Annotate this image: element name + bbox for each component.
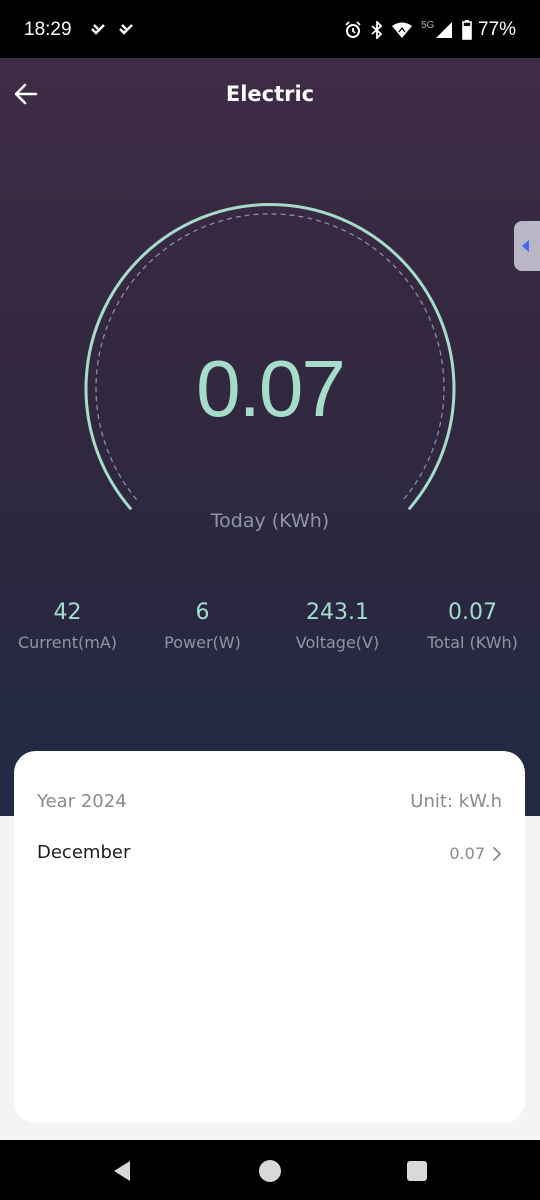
signal-icon bbox=[435, 22, 452, 38]
year-label: Year 2024 bbox=[37, 791, 127, 812]
system-status-icons: 5G 77% bbox=[344, 16, 516, 44]
status-bar: 18:29 5G 77% bbox=[0, 0, 540, 58]
stat-total: 0.07 Total (KWh) bbox=[405, 598, 540, 652]
electric-screen: Electric 0.07 Today (KWh) 42 Current(mA)… bbox=[0, 58, 540, 1140]
gauge-label: Today (KWh) bbox=[210, 510, 330, 532]
5g-icon: 5G bbox=[421, 20, 435, 30]
energy-gauge bbox=[84, 203, 456, 510]
stat-label: Power(W) bbox=[164, 633, 241, 652]
stat-label: Current(mA) bbox=[17, 633, 118, 652]
stat-value: 243.1 bbox=[306, 600, 369, 625]
history-card: Year 2024 Unit: kW.h December 0.07 bbox=[14, 751, 525, 1123]
home-circle-icon[interactable] bbox=[257, 1158, 283, 1184]
stat-value: 42 bbox=[53, 600, 82, 625]
stat-value: 6 bbox=[195, 600, 210, 625]
list-item[interactable]: December 0.07 bbox=[14, 831, 525, 877]
back-triangle-icon[interactable] bbox=[110, 1158, 136, 1184]
gauge-value: 0.07 bbox=[196, 344, 346, 433]
stat-label: Voltage(V) bbox=[295, 633, 380, 652]
month-name: December bbox=[37, 842, 131, 863]
recents-square-icon[interactable] bbox=[404, 1158, 430, 1184]
battery-percent: 77% bbox=[477, 19, 516, 40]
vpn-check-icon bbox=[91, 24, 105, 35]
svg-text:5G: 5G bbox=[421, 20, 435, 30]
bluetooth-icon bbox=[371, 21, 383, 39]
stats-row: 42 Current(mA) 6 Power(W) 243.1 Voltage(… bbox=[0, 598, 540, 668]
month-value: 0.07 bbox=[449, 844, 485, 863]
alarm-icon bbox=[345, 21, 361, 38]
stat-value: 0.07 bbox=[448, 600, 497, 625]
battery-icon bbox=[462, 20, 472, 40]
stat-current: 42 Current(mA) bbox=[0, 598, 135, 652]
stat-label: Total (KWh) bbox=[427, 633, 518, 652]
vpn-check-icon bbox=[119, 24, 133, 35]
stat-power: 6 Power(W) bbox=[135, 598, 270, 652]
stat-voltage: 243.1 Voltage(V) bbox=[270, 598, 405, 652]
unit-label: Unit: kW.h bbox=[410, 791, 502, 812]
wifi-icon bbox=[391, 22, 412, 38]
chevron-right-icon bbox=[493, 847, 501, 861]
status-time: 18:29 bbox=[24, 19, 72, 40]
system-nav-bar bbox=[0, 1140, 540, 1200]
